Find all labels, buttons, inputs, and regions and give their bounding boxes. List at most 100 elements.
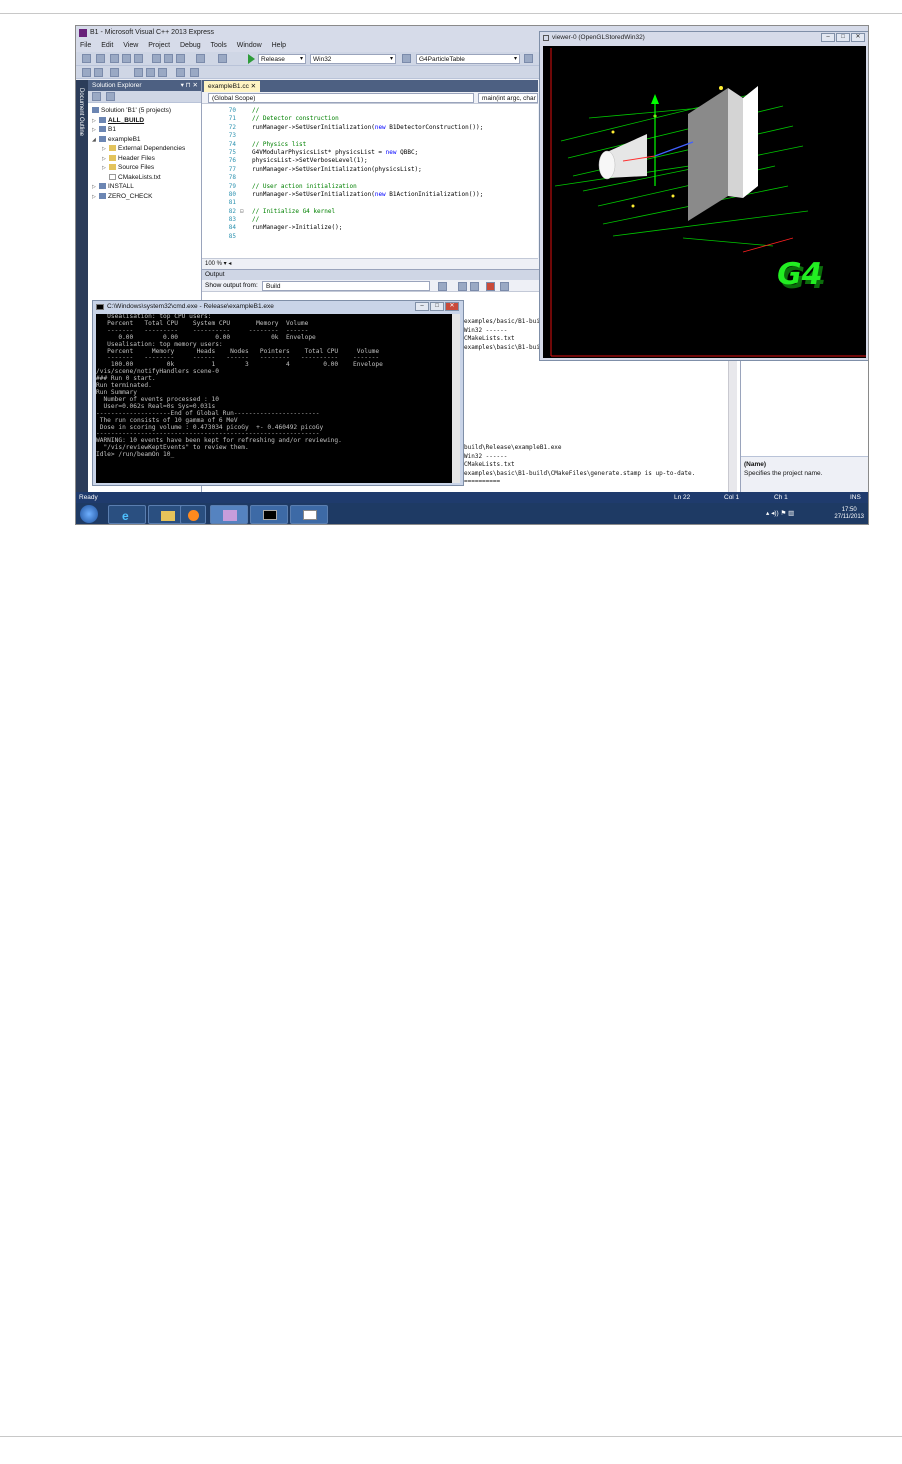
code-area[interactable]: 70 // 71 // Detector construction 72 runManag… [202,104,538,241]
line-number: 78 [228,174,236,182]
copy-icon[interactable] [164,54,173,63]
close-tab-icon[interactable]: ✕ [251,83,256,90]
tray-icons[interactable]: ▴ ◂)) ⚑ ▥ [766,509,794,517]
console-output[interactable]: Usealisation: top CPU users: Percent Tot… [96,314,454,483]
code-text: // Initialize G4 kernel [252,207,336,215]
member-dropdown[interactable]: main(int argc, char [478,93,538,103]
code-line[interactable]: 84 runManager->Initialize(); [202,224,538,232]
code-line[interactable]: 82 // Initialize G4 kernel ⊟ [202,208,538,216]
paste-icon[interactable] [176,54,185,63]
output-nav-icon[interactable] [438,282,447,291]
visual-studio-taskbar-icon[interactable] [210,505,248,524]
toolbar-icon-2[interactable] [94,68,103,77]
tree-item-solution[interactable]: Solution 'B1' (5 projects) [88,106,201,116]
maximize-button[interactable]: □ [836,33,850,42]
start-debugging-icon[interactable] [248,54,255,64]
cmd-close-button[interactable]: ✕ [445,302,459,311]
internet-explorer-icon[interactable]: e [108,505,146,524]
home-icon[interactable] [92,92,101,101]
menu-help[interactable]: Help [272,42,286,49]
tree-item-header-files[interactable]: ▷ Header Files [88,154,201,164]
find-icon[interactable] [402,54,411,63]
cut-icon[interactable] [152,54,161,63]
tree-item-exampleb1[interactable]: ◢ exampleB1 [88,135,201,145]
tree-item-install[interactable]: ▷ INSTALL [88,182,201,192]
geant4-3d-view[interactable]: G4 G4 [543,46,866,358]
code-line[interactable]: 78 [202,174,538,182]
cmd-taskbar-icon[interactable] [250,505,288,524]
menu-window[interactable]: Window [237,42,262,49]
menu-edit[interactable]: Edit [101,42,113,49]
viewer-taskbar-icon[interactable] [290,505,328,524]
output-prev-icon[interactable] [458,282,467,291]
find-in-files-icon[interactable] [524,54,533,63]
tree-item-cmakelists[interactable]: CMakeLists.txt [88,173,201,183]
tree-item-all-build[interactable]: ▷ ALL_BUILD [88,116,201,126]
toolbar-icon-3[interactable] [110,68,119,77]
code-line[interactable]: 75 G4VModularPhysicsList* physicsList = n… [202,149,538,157]
save-icon[interactable] [122,54,131,63]
code-line[interactable]: 73 [202,132,538,140]
property-help: Specifies the project name. [744,470,823,477]
code-line[interactable]: 85 [202,233,538,241]
scope-dropdown[interactable]: (Global Scope) [208,93,474,103]
code-line[interactable]: 79 // User action initialization [202,183,538,191]
zoom-level[interactable]: 100 % ▾ ◂ [202,258,538,268]
redo-icon[interactable] [218,54,227,63]
toolbar-icon-4[interactable] [134,68,143,77]
platform-select[interactable]: Win32 [310,54,396,64]
tree-item-source-files[interactable]: ▷ Source Files [88,163,201,173]
code-text: runManager->SetUserInitialization(new B1… [252,123,484,131]
media-player-icon[interactable] [180,505,206,524]
comment-icon[interactable] [176,68,185,77]
status-insert-mode: INS [850,494,861,501]
menu-tools[interactable]: Tools [210,42,226,49]
cmd-maximize-button[interactable]: □ [430,302,444,311]
undo-icon[interactable] [196,54,205,63]
start-button[interactable] [80,505,98,523]
code-line[interactable]: 71 // Detector construction [202,115,538,123]
configuration-select[interactable]: Release [258,54,306,64]
tray-clock[interactable]: 17:50 27/11/2013 [834,507,864,521]
toolbar-icon-5[interactable] [146,68,155,77]
code-line[interactable]: 83 // [202,216,538,224]
properties-icon[interactable] [106,92,115,101]
detector-scene: G4 G4 [550,48,866,357]
code-line[interactable]: 74 // Physics list [202,141,538,149]
menu-file[interactable]: File [80,42,91,49]
new-project-icon[interactable] [82,54,91,63]
fold-toggle-icon[interactable]: ⊟ [240,208,244,216]
word-wrap-icon[interactable] [500,282,509,291]
open-file-icon[interactable] [110,54,119,63]
document-outline-tab[interactable]: Document Outline [76,80,88,492]
uncomment-icon[interactable] [190,68,199,77]
menu-project[interactable]: Project [148,42,170,49]
toolbar-icon-6[interactable] [158,68,167,77]
pane-controls[interactable]: ▾ ⊓ ✕ [181,80,198,91]
add-item-icon[interactable] [96,54,105,63]
output-source-select[interactable]: Build [262,281,430,291]
output-next-icon[interactable] [470,282,479,291]
code-line[interactable]: 72 runManager->SetUserInitialization(new … [202,124,538,132]
tree-item-zero-check[interactable]: ▷ ZERO_CHECK [88,192,201,202]
code-line[interactable]: 76 physicsList->SetVerboseLevel(1); [202,157,538,165]
minimize-button[interactable]: – [821,33,835,42]
close-button[interactable]: ✕ [851,33,865,42]
toolbar-icon-1[interactable] [82,68,91,77]
cmd-minimize-button[interactable]: – [415,302,429,311]
code-line[interactable]: 70 // [202,107,538,115]
g4-logo: G4 [774,257,826,292]
save-all-icon[interactable] [134,54,143,63]
menu-debug[interactable]: Debug [180,42,201,49]
tree-item-b1[interactable]: ▷ B1 [88,125,201,135]
menu-view[interactable]: View [123,42,138,49]
clear-all-icon[interactable] [486,282,495,291]
cmd-scrollbar[interactable] [452,314,460,483]
find-combo[interactable]: G4ParticleTable [416,54,520,64]
code-line[interactable]: 81 [202,199,538,207]
tab-exampleb1[interactable]: exampleB1.cc ✕ [204,81,261,92]
tree-item-external-dependencies[interactable]: ▷ External Dependencies [88,144,201,154]
code-line[interactable]: 77 runManager->SetUserInitialization(phys… [202,166,538,174]
code-line[interactable]: 80 runManager->SetUserInitialization(new … [202,191,538,199]
expand-arrow-icon[interactable]: ▷ [92,193,99,203]
